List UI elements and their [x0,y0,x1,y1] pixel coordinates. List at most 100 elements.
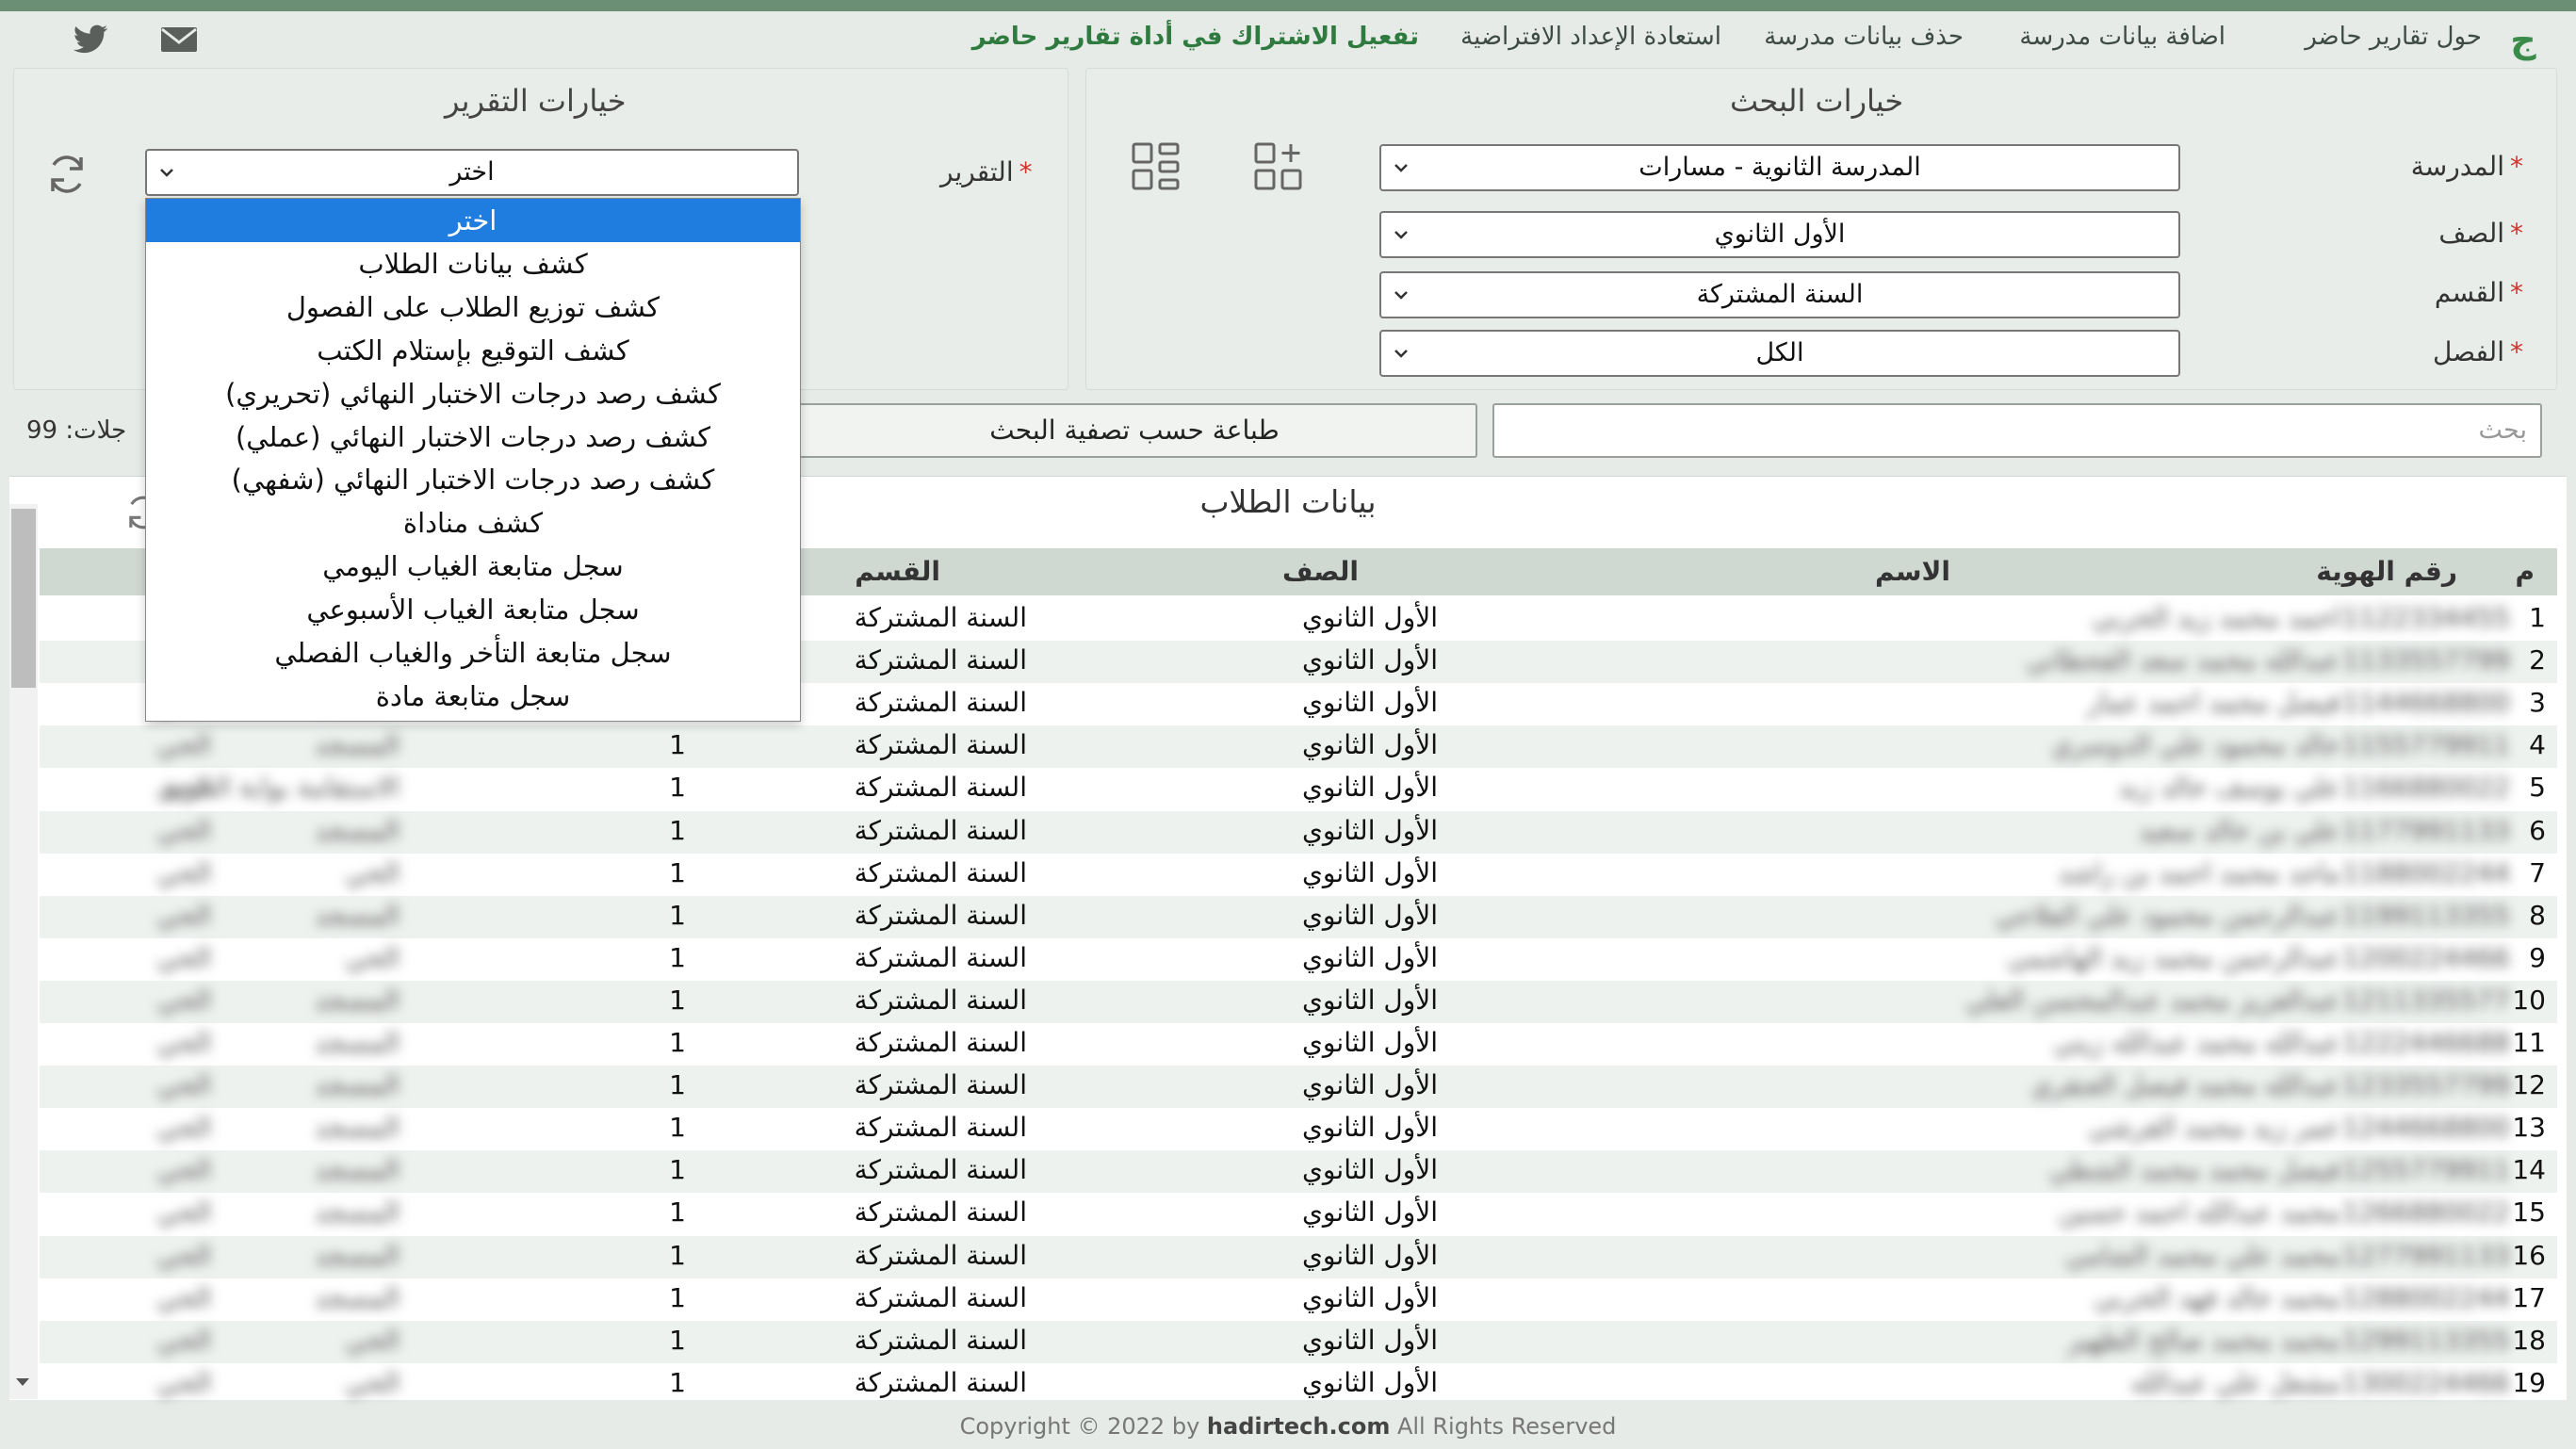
report-option[interactable]: كشف التوقيع بإستلام الكتب [146,329,800,372]
cell-name: فيصل محمد محمد الشطي [2048,1154,2340,1186]
table-row[interactable]: 12 1233557799 عبدالله محمد فيصل العنقري الأ… [40,1066,2557,1109]
cell-section: السنة المشتركة [854,814,1027,846]
cell-num: 13 [2512,1112,2546,1144]
cell-district: الحي [156,1197,211,1229]
cell-grade: الأول الثانوي [1302,1154,1438,1186]
report-option[interactable]: سجل متابعة الغياب الأسبوعي [146,588,800,631]
cell-mosque: المسجد [314,729,399,761]
chevron-down-icon [1394,164,1408,172]
cell-district: الحي [156,814,211,846]
cell-id: 1122334455 [2341,602,2510,633]
cell-grade: الأول الثانوي [1302,602,1438,633]
cell-mosque: المسجد [314,1112,399,1144]
table-row[interactable]: 15 1266880022 محمد عبدالله احمد حسين الأول … [40,1193,2557,1235]
menu-about[interactable]: حول تقارير حاضر [2305,23,2482,51]
menu-add-school[interactable]: اضافة بيانات مدرسة [2019,23,2225,51]
cell-class: 1 [669,1197,686,1229]
search-input[interactable]: بحث [1492,403,2542,458]
cell-id: 1266880022 [2341,1197,2510,1229]
cell-name: علي يوسف خالد زيد [2118,772,2340,804]
cell-section: السنة المشتركة [854,1281,1027,1313]
table-row[interactable]: 5 1166880022 علي يوسف خالد زيد الأول الثانو… [40,768,2557,810]
cell-district: الحي [156,772,211,804]
cell-num: 16 [2512,1239,2546,1271]
footer: Copyright © 2022 by hadirtech.com All Ri… [0,1413,2576,1440]
cell-grade: الأول الثانوي [1302,1112,1438,1144]
add-widget-icon[interactable] [1253,141,1304,192]
chevron-down-icon [1394,350,1408,358]
report-option[interactable]: كشف مناداة [146,501,800,545]
table-row[interactable]: 9 1200224466 عبدالرحمن محمد زيد الهاشمي الأ… [40,938,2557,981]
report-option[interactable]: كشف رصد درجات الاختبار النهائي (تحريري) [146,372,800,415]
grade-select[interactable]: الأول الثانوي [1379,211,2180,258]
cell-mosque: المسجد [314,1027,399,1058]
cell-section: السنة المشتركة [854,1197,1027,1229]
header-id[interactable]: رقم الهوية [2316,556,2457,587]
footer-prefix: Copyright © 2022 by [959,1413,1207,1440]
table-row[interactable]: 16 1277991133 محمد علي محمد الشامي الأول ال… [40,1235,2557,1278]
table-row[interactable]: 4 1155779911 خالد محمود علي الدوسري الأول ا… [40,725,2557,769]
section-label: *القسم [2434,277,2523,308]
cell-num: 17 [2512,1281,2546,1313]
header-num[interactable]: م [2515,556,2535,587]
report-option[interactable]: اختر [146,199,800,242]
cell-class: 1 [669,814,686,846]
header-section[interactable]: القسم [855,556,940,587]
cell-name: علي بن خالد سعيد [2138,814,2340,846]
section-select[interactable]: السنة المشتركة [1379,271,2180,318]
menu-delete-school[interactable]: حذف بيانات مدرسة [1764,23,1964,51]
cell-section: السنة المشتركة [854,729,1027,761]
report-option[interactable]: سجل متابعة الغياب اليومي [146,545,800,588]
layout-icon[interactable] [1131,141,1182,192]
class-select[interactable]: الكل [1379,330,2180,377]
menu-restore-defaults[interactable]: استعادة الإعداد الافتراضية [1460,23,1721,51]
table-row[interactable]: 10 1211335577 عبدالعزيز محمد عبدالمحسن الع… [40,980,2557,1023]
report-option[interactable]: سجل متابعة التأخر والغياب الفصلي [146,631,800,675]
header-name[interactable]: الاسم [1875,556,1950,587]
cell-grade: الأول الثانوي [1302,1281,1438,1313]
cell-class: 1 [669,1112,686,1144]
cell-name: محمد عبدالله احمد حسين [2058,1197,2340,1229]
report-option[interactable]: كشف بيانات الطلاب [146,242,800,285]
print-filtered-button[interactable]: طباعة حسب تصفية البحث [791,403,1477,458]
twitter-icon[interactable] [70,19,111,60]
table-row[interactable]: 18 1299113355 محمد محمد صالح الظهير الأول ا… [40,1320,2557,1363]
table-row[interactable]: 8 1199113355 عبدالرحمن محمود علي الفلاحي ال… [40,895,2557,938]
table-row[interactable]: 17 1288002244 محمد خالد فهد الحربي الأول ال… [40,1278,2557,1321]
school-select[interactable]: المدرسة الثانوية - مسارات [1379,144,2180,191]
cell-id: 1211335577 [2341,984,2510,1016]
mail-icon[interactable] [158,19,200,60]
report-option[interactable]: كشف رصد درجات الاختبار النهائي (عملي) [146,415,800,459]
table-row[interactable]: 7 1188002244 ماجد محمد احمد بن راشد الأول ا… [40,854,2557,896]
cell-id: 1299113355 [2341,1324,2510,1356]
table-row[interactable]: 14 1255779911 فيصل محمد محمد الشطي الأول ال… [40,1150,2557,1194]
refresh-icon[interactable] [43,151,90,198]
cell-section: السنة المشتركة [854,1324,1027,1356]
report-options-title: خيارات التقرير [445,83,627,119]
scroll-down-arrow-icon[interactable] [13,1374,32,1391]
cell-num: 14 [2512,1154,2546,1186]
cell-id: 1300224466 [2341,1366,2510,1398]
cell-num: 19 [2512,1366,2546,1398]
table-row[interactable]: 11 1222446688 عبدالله محمد عبدالله زيني الأ… [40,1023,2557,1066]
table-row[interactable]: 6 1177991133 علي بن خالد سعيد الأول الثانوي… [40,810,2557,854]
scrollbar-thumb[interactable] [11,509,36,688]
menu-activate-subscription[interactable]: تفعيل الاشتراك في أداة تقارير حاضر [972,23,1419,51]
footer-site-link[interactable]: hadirtech.com [1207,1413,1390,1440]
header-grade[interactable]: الصف [1282,556,1359,587]
cell-name: مشعل علي عبدالله [2130,1366,2340,1398]
cell-id: 1144668800 [2341,687,2510,719]
report-select[interactable]: اختر [145,149,799,196]
report-option[interactable]: سجل متابعة مادة [146,675,800,718]
cell-id: 1133557799 [2341,644,2510,676]
cell-class: 1 [669,899,686,931]
report-option[interactable]: كشف توزيع الطلاب على الفصول [146,285,800,329]
cell-name: عبدالرحمن محمد زيد الهاشمي [2007,941,2340,973]
app-logo-icon[interactable]: ج [2504,21,2542,58]
table-row[interactable]: 19 1300224466 مشعل علي عبدالله الأول الثانو… [40,1363,2557,1406]
cell-num: 15 [2512,1197,2546,1229]
cell-mosque: الحي [345,856,399,888]
table-row[interactable]: 13 1244668800 عمر زيد محمد القرشي الأول الث… [40,1108,2557,1150]
cell-num: 2 [2529,644,2546,676]
report-option[interactable]: كشف رصد درجات الاختبار النهائي (شفهي) [146,458,800,501]
